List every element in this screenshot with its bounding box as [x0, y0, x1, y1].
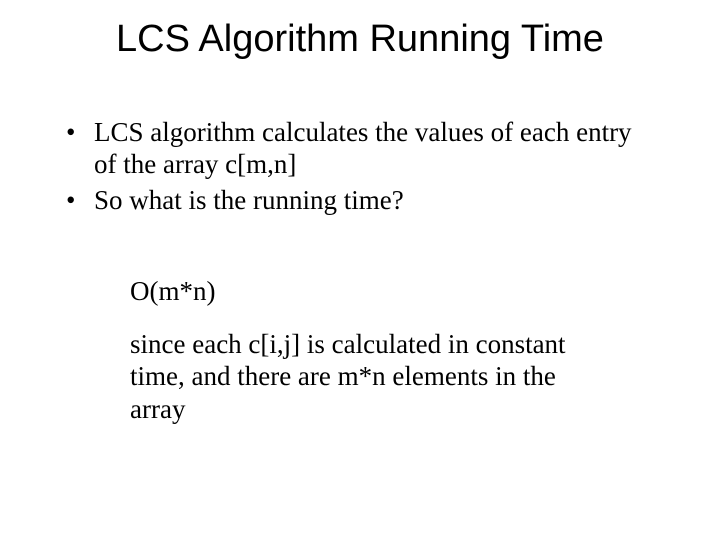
- answer-block: O(m*n) since each c[i,j] is calculated i…: [62, 275, 658, 427]
- slide-body: LCS algorithm calculates the values of e…: [0, 61, 720, 426]
- slide-title: LCS Algorithm Running Time: [0, 0, 720, 61]
- bullet-item: LCS algorithm calculates the values of e…: [62, 117, 658, 181]
- bullet-item: So what is the running time?: [62, 185, 658, 217]
- answer-complexity: O(m*n): [130, 275, 618, 308]
- bullet-list: LCS algorithm calculates the values of e…: [62, 117, 658, 217]
- slide: LCS Algorithm Running Time LCS algorithm…: [0, 0, 720, 540]
- answer-explanation: since each c[i,j] is calculated in const…: [130, 328, 618, 427]
